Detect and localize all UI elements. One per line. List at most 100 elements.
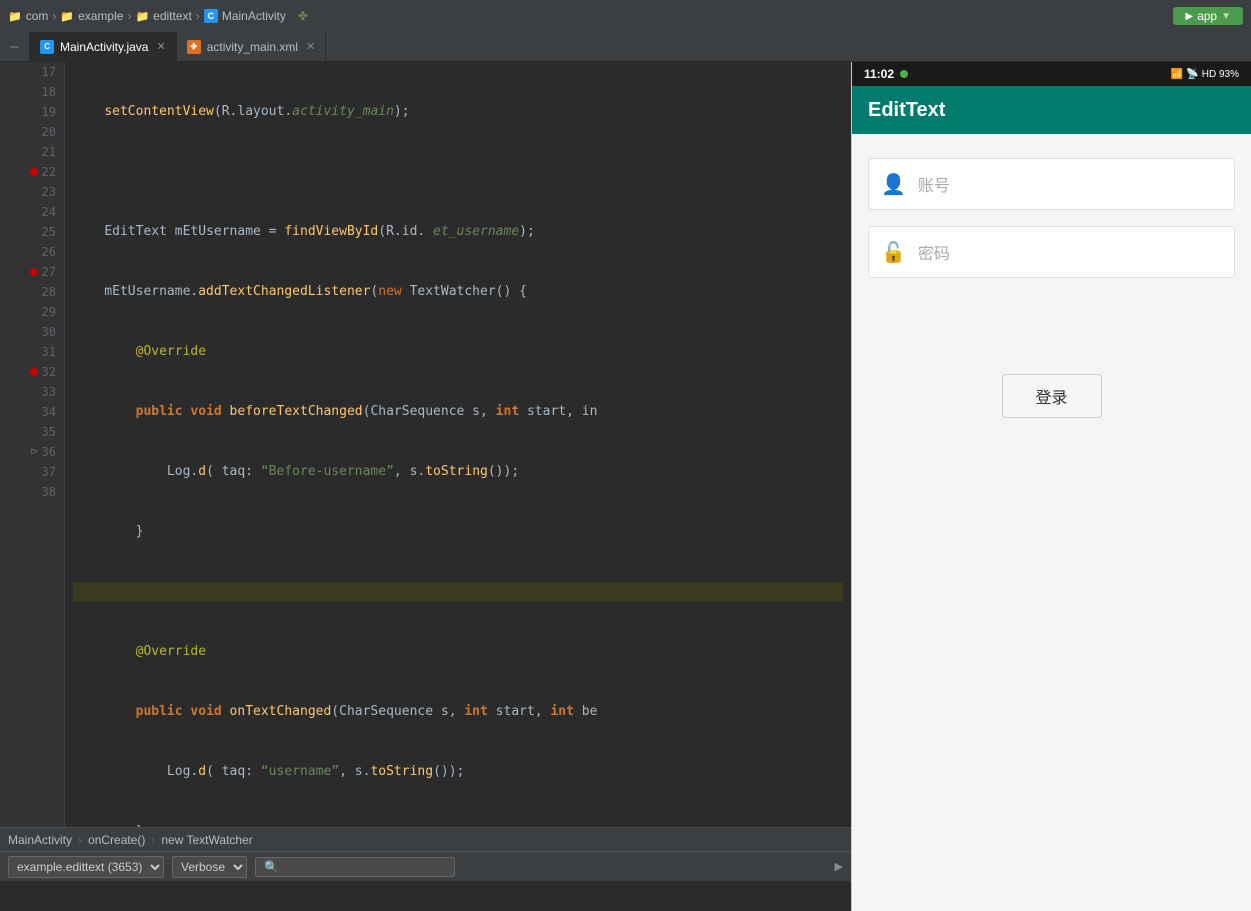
breadcrumb-example-label: example xyxy=(78,9,123,23)
code-line-19: EditText mEtUsername = findViewById(R.id… xyxy=(73,222,843,242)
ln-20: 20 xyxy=(20,122,56,142)
bc-textwatcher: new TextWatcher xyxy=(161,833,252,847)
phone-status-bar: 11:02 📶 📡 HD 93% xyxy=(852,62,1251,86)
ln-26: 26 xyxy=(20,242,56,262)
class-icon: C xyxy=(204,9,218,23)
code-line-27: public void onTextChanged(CharSequence s… xyxy=(73,702,843,722)
code-lines[interactable]: setContentView(R.layout.activity_main); … xyxy=(65,62,851,827)
breadcrumb: 📁 com › 📁 example › 📁 edittext › C MainA… xyxy=(8,9,1169,23)
status-time: 11:02 xyxy=(864,67,894,81)
log-toolbar: example.edittext (3653) Verbose ▶ xyxy=(0,852,851,882)
bc-mainactivity: MainActivity xyxy=(8,833,72,847)
account-input-field[interactable]: 👤 账号 xyxy=(868,158,1235,210)
code-line-20: mEtUsername.addTextChangedListener(new T… xyxy=(73,282,843,302)
lock-icon: 🔓 xyxy=(881,240,906,264)
breadcrumb-com: 📁 com xyxy=(8,9,48,23)
ln-29: 29 xyxy=(20,302,56,322)
code-scroll-area[interactable]: 17 18 19 20 21 22 23 24 25 26 27 28 xyxy=(0,62,851,827)
tab-mainactivity-label: MainActivity.java xyxy=(60,40,148,54)
ln-30: 30 xyxy=(20,322,56,342)
log-filter-select[interactable]: example.edittext (3653) xyxy=(8,856,164,878)
tab-xml-label: activity_main.xml xyxy=(207,40,298,54)
breadcrumb-edittext: 📁 edittext xyxy=(135,9,191,23)
code-editor[interactable]: 17 18 19 20 21 22 23 24 25 26 27 28 xyxy=(0,62,851,911)
ln-31: 31 xyxy=(20,342,56,362)
ln-24: 24 xyxy=(20,202,56,222)
log-level-select[interactable]: Verbose xyxy=(172,856,247,878)
account-placeholder: 账号 xyxy=(918,172,950,196)
main-area: 17 18 19 20 21 22 23 24 25 26 27 28 xyxy=(0,62,1251,911)
sidebar-toggle-button[interactable]: — xyxy=(0,32,30,61)
ln-37: 37 xyxy=(20,462,56,482)
tab-activity-main-xml[interactable]: ✤ activity_main.xml ✕ xyxy=(177,32,327,61)
wifi-icon: 📡 xyxy=(1186,69,1198,80)
ln-36: ▷36 xyxy=(20,442,56,462)
ln-32: 32 xyxy=(20,362,56,382)
bc-sep-2: › xyxy=(151,833,155,847)
tab-close-java[interactable]: ✕ xyxy=(156,40,165,53)
ln-28: 28 xyxy=(20,282,56,302)
ln-17: 17 xyxy=(20,62,56,82)
ln-25: 25 xyxy=(20,222,56,242)
folder-icon: 📁 xyxy=(8,10,22,23)
folder-icon-2: 📁 xyxy=(60,10,74,23)
password-placeholder: 密码 xyxy=(918,240,950,264)
phone-panel: 11:02 📶 📡 HD 93% EditText 👤 账号 🔓 密码 xyxy=(851,62,1251,911)
folder-icon-3: 📁 xyxy=(135,10,149,23)
code-content: 17 18 19 20 21 22 23 24 25 26 27 28 xyxy=(0,62,851,827)
code-line-21: @Override xyxy=(73,342,843,362)
ln-19: 19 xyxy=(20,102,56,122)
ln-21: 21 xyxy=(20,142,56,162)
tab-mainactivity-java[interactable]: C MainActivity.java ✕ xyxy=(30,32,177,61)
top-bar: 📁 com › 📁 example › 📁 edittext › C MainA… xyxy=(0,0,1251,32)
code-breadcrumb: MainActivity › onCreate() › new TextWatc… xyxy=(0,827,851,851)
log-search-input[interactable] xyxy=(255,857,455,877)
status-indicator-dot xyxy=(900,70,908,78)
battery-text: HD 93% xyxy=(1202,69,1239,80)
breadcrumb-edittext-label: edittext xyxy=(153,9,192,23)
line-numbers: 17 18 19 20 21 22 23 24 25 26 27 28 xyxy=(20,62,65,827)
phone-content: 👤 账号 🔓 密码 登录 xyxy=(852,134,1251,911)
run-button-label: app xyxy=(1197,9,1217,23)
code-line-28: Log.d( taq: “username”, s.toString()); xyxy=(73,762,843,782)
signal-icon: 📶 xyxy=(1171,69,1183,80)
breadcrumb-sep-2: › xyxy=(127,9,131,23)
tab-close-xml[interactable]: ✕ xyxy=(306,40,315,53)
run-button[interactable]: app ▼ xyxy=(1173,7,1243,25)
code-line-24: } xyxy=(73,522,843,542)
code-line-25 xyxy=(73,582,843,602)
breadcrumb-com-label: com xyxy=(26,9,49,23)
bc-oncreate: onCreate() xyxy=(88,833,145,847)
ln-33: 33 xyxy=(20,382,56,402)
ln-18: 18 xyxy=(20,82,56,102)
code-line-18 xyxy=(73,162,843,182)
ln-23: 23 xyxy=(20,182,56,202)
ln-35: 35 xyxy=(20,422,56,442)
breadcrumb-example: 📁 example xyxy=(60,9,123,23)
code-line-23: Log.d( taq: “Before-username”, s.toStrin… xyxy=(73,462,843,482)
breadcrumb-sep-1: › xyxy=(52,9,56,23)
log-overflow-indicator: ▶ xyxy=(835,860,843,873)
bc-sep-1: › xyxy=(78,833,82,847)
login-button[interactable]: 登录 xyxy=(1002,374,1102,418)
ln-22: 22 xyxy=(20,162,56,182)
password-input-field[interactable]: 🔓 密码 xyxy=(868,226,1235,278)
code-line-22: public void beforeTextChanged(CharSequen… xyxy=(73,402,843,422)
ln-34: 34 xyxy=(20,402,56,422)
ln-38: 38 xyxy=(20,482,56,502)
breadcrumb-mainactivity: C MainActivity xyxy=(204,9,286,23)
java-file-icon: C xyxy=(40,40,54,54)
breadcrumb-sep-3: › xyxy=(196,9,200,23)
breadcrumb-mainactivity-label: MainActivity xyxy=(222,9,286,23)
phone-app-bar: EditText xyxy=(852,86,1251,134)
breakpoint-gutter xyxy=(0,62,20,827)
ln-27: 27 xyxy=(20,262,56,282)
xml-file-icon: ✤ xyxy=(187,40,201,54)
login-button-label: 登录 xyxy=(1035,384,1067,408)
tab-bar: — C MainActivity.java ✕ ✤ activity_main.… xyxy=(0,32,1251,62)
code-line-26: @Override xyxy=(73,642,843,662)
account-icon: 👤 xyxy=(881,172,906,196)
status-icons: 📶 📡 HD 93% xyxy=(1171,69,1239,80)
app-title: EditText xyxy=(868,99,945,122)
code-line-17: setContentView(R.layout.activity_main); xyxy=(73,102,843,122)
